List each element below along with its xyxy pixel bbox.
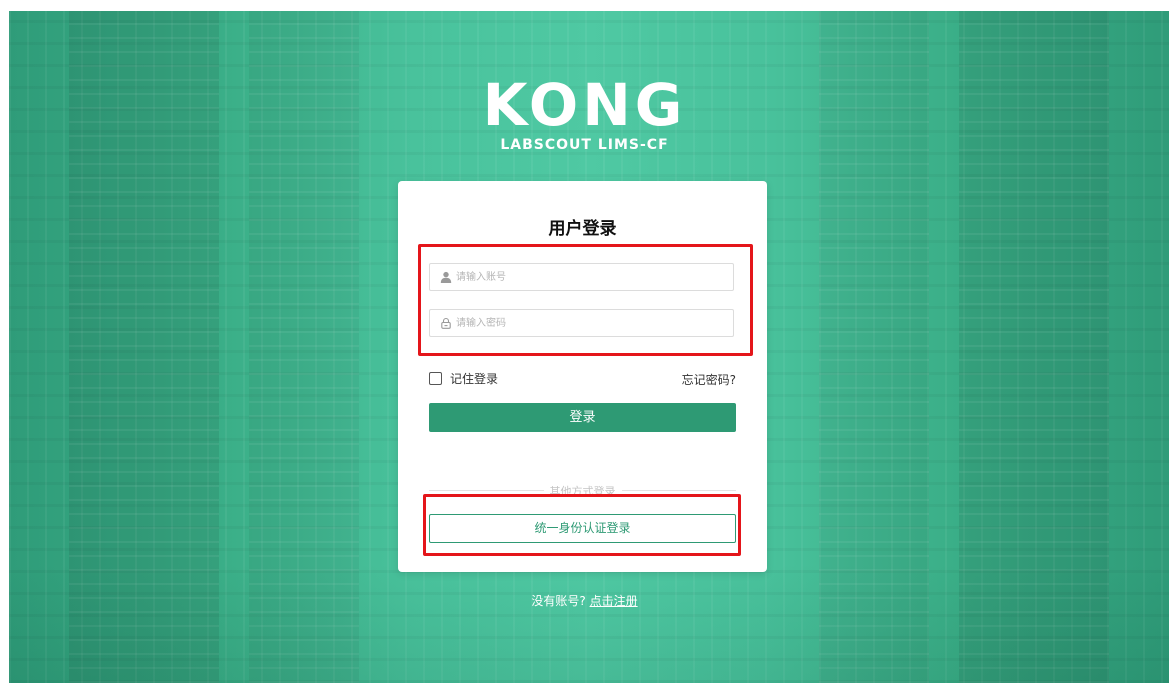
login-title: 用户登录 (548, 219, 617, 239)
other-methods-divider: 其他方式登录 (429, 483, 736, 498)
background-floor (9, 563, 1169, 683)
login-card: 用户登录 记住登录 忘记密码? 登录 其他方式登录 统一身份认证登录 (398, 181, 767, 572)
logo: KONG LABSCOUT LIMS-CF (0, 75, 1169, 153)
register-prompt-text: 没有账号? (531, 594, 586, 608)
logo-title: KONG (482, 71, 687, 139)
login-button[interactable]: 登录 (429, 403, 736, 432)
remember-login-checkbox[interactable]: 记住登录 (429, 370, 498, 386)
lock-icon (441, 317, 451, 329)
remember-login-label: 记住登录 (450, 371, 499, 386)
user-icon (440, 271, 452, 283)
username-field[interactable] (429, 263, 734, 291)
other-methods-label: 其他方式登录 (543, 485, 622, 498)
sso-login-button[interactable]: 统一身份认证登录 (429, 514, 736, 543)
username-input[interactable] (456, 264, 726, 290)
logo-subtitle: LABSCOUT LIMS-CF (500, 137, 669, 153)
checkbox-box[interactable] (429, 371, 442, 385)
register-link[interactable]: 点击注册 (590, 594, 638, 608)
password-input[interactable] (456, 310, 726, 336)
register-prompt: 没有账号? 点击注册 (0, 592, 1169, 609)
password-field[interactable] (429, 309, 734, 337)
forgot-password-link[interactable]: 忘记密码? (682, 371, 736, 388)
